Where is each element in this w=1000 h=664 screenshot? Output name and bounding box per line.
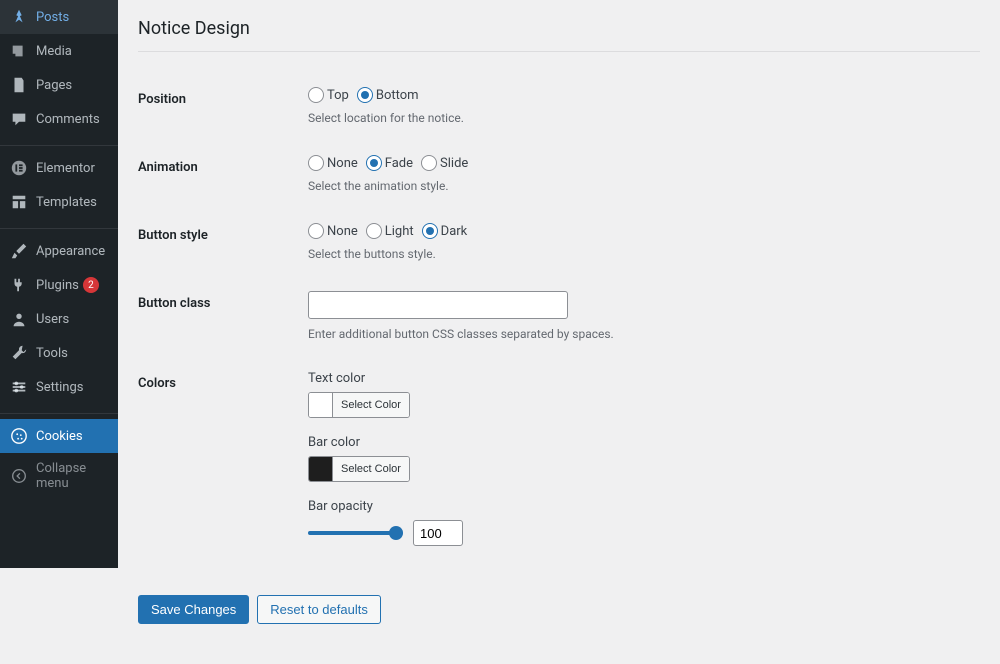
sidebar-item-label: Tools bbox=[36, 346, 68, 361]
collapse-menu[interactable]: Collapse menu bbox=[0, 453, 118, 499]
select-text-color-button[interactable]: Select Color bbox=[333, 393, 409, 417]
plug-icon bbox=[10, 276, 28, 294]
radio-animation-none[interactable]: None bbox=[308, 155, 358, 171]
animation-radio-group: None Fade Slide bbox=[308, 155, 970, 171]
field-description: Select the buttons style. bbox=[308, 247, 970, 261]
bar-opacity-input[interactable] bbox=[413, 520, 463, 546]
radio-buttonstyle-dark[interactable]: Dark bbox=[422, 223, 468, 239]
field-description: Select the animation style. bbox=[308, 179, 970, 193]
field-label-position: Position bbox=[138, 72, 298, 140]
radio-animation-slide[interactable]: Slide bbox=[421, 155, 468, 171]
field-label-colors: Colors bbox=[138, 356, 298, 575]
field-description: Select location for the notice. bbox=[308, 111, 970, 125]
sidebar-item-media[interactable]: Media bbox=[0, 34, 118, 68]
menu-separator bbox=[0, 141, 118, 146]
sidebar-item-label: Settings bbox=[36, 380, 83, 395]
reset-button[interactable]: Reset to defaults bbox=[257, 595, 381, 624]
position-radio-group: Top Bottom bbox=[308, 87, 970, 103]
comment-icon bbox=[10, 110, 28, 128]
sidebar-item-plugins[interactable]: Plugins 2 bbox=[0, 268, 118, 302]
bar-opacity-slider[interactable] bbox=[308, 531, 403, 535]
radio-buttonstyle-none[interactable]: None bbox=[308, 223, 358, 239]
sidebar-item-label: Media bbox=[36, 44, 72, 59]
sidebar-item-label: Users bbox=[36, 312, 69, 327]
save-button[interactable]: Save Changes bbox=[138, 595, 249, 624]
wrench-icon bbox=[10, 344, 28, 362]
field-label-animation: Animation bbox=[138, 140, 298, 208]
sidebar-item-label: Comments bbox=[36, 112, 100, 127]
sidebar-item-appearance[interactable]: Appearance bbox=[0, 234, 118, 268]
collapse-icon bbox=[10, 467, 28, 485]
sidebar-item-label: Templates bbox=[36, 195, 97, 210]
radio-position-bottom[interactable]: Bottom bbox=[357, 87, 419, 103]
settings-icon bbox=[10, 378, 28, 396]
field-label-button-class: Button class bbox=[138, 276, 298, 356]
sidebar-item-templates[interactable]: Templates bbox=[0, 185, 118, 219]
sidebar-item-cookies[interactable]: Cookies bbox=[0, 419, 118, 453]
button-class-input[interactable] bbox=[308, 291, 568, 319]
media-icon bbox=[10, 42, 28, 60]
collapse-label: Collapse menu bbox=[36, 461, 108, 491]
field-label-button-style: Button style bbox=[138, 208, 298, 276]
radio-animation-fade[interactable]: Fade bbox=[366, 155, 413, 171]
radio-buttonstyle-light[interactable]: Light bbox=[366, 223, 414, 239]
sidebar-item-posts[interactable]: Posts bbox=[0, 0, 118, 34]
sidebar-item-settings[interactable]: Settings bbox=[0, 370, 118, 404]
text-color-label: Text color bbox=[308, 371, 970, 386]
update-badge: 2 bbox=[83, 277, 99, 293]
sidebar-item-label: Cookies bbox=[36, 429, 83, 444]
text-color-picker[interactable]: Select Color bbox=[308, 392, 410, 418]
sidebar-item-tools[interactable]: Tools bbox=[0, 336, 118, 370]
bar-color-label: Bar color bbox=[308, 435, 970, 450]
select-bar-color-button[interactable]: Select Color bbox=[333, 457, 409, 481]
elementor-icon bbox=[10, 159, 28, 177]
admin-sidebar: Posts Media Pages Comments Elementor Tem… bbox=[0, 0, 118, 568]
radio-position-top[interactable]: Top bbox=[308, 87, 349, 103]
bar-color-picker[interactable]: Select Color bbox=[308, 456, 410, 482]
cookie-icon bbox=[10, 427, 28, 445]
bar-opacity-label: Bar opacity bbox=[308, 499, 970, 514]
templates-icon bbox=[10, 193, 28, 211]
field-description: Enter additional button CSS classes sepa… bbox=[308, 327, 970, 341]
brush-icon bbox=[10, 242, 28, 260]
bar-color-swatch bbox=[309, 457, 333, 481]
main-content: Notice Design Position Top Bottom Select… bbox=[118, 0, 1000, 664]
settings-form: Position Top Bottom Select location for … bbox=[138, 72, 980, 575]
sidebar-item-pages[interactable]: Pages bbox=[0, 68, 118, 102]
sidebar-item-comments[interactable]: Comments bbox=[0, 102, 118, 136]
sidebar-item-elementor[interactable]: Elementor bbox=[0, 151, 118, 185]
menu-separator bbox=[0, 224, 118, 229]
page-icon bbox=[10, 76, 28, 94]
button-style-radio-group: None Light Dark bbox=[308, 223, 970, 239]
sidebar-item-label: Pages bbox=[36, 78, 72, 93]
menu-separator bbox=[0, 409, 118, 414]
user-icon bbox=[10, 310, 28, 328]
sidebar-item-label: Plugins bbox=[36, 278, 79, 293]
text-color-swatch bbox=[309, 393, 333, 417]
sidebar-item-users[interactable]: Users bbox=[0, 302, 118, 336]
submit-row: Save Changes Reset to defaults bbox=[138, 595, 980, 624]
sidebar-item-label: Posts bbox=[36, 10, 69, 25]
pin-icon bbox=[10, 8, 28, 26]
sidebar-item-label: Appearance bbox=[36, 244, 105, 259]
sidebar-item-label: Elementor bbox=[36, 161, 95, 176]
section-heading: Notice Design bbox=[138, 10, 980, 52]
